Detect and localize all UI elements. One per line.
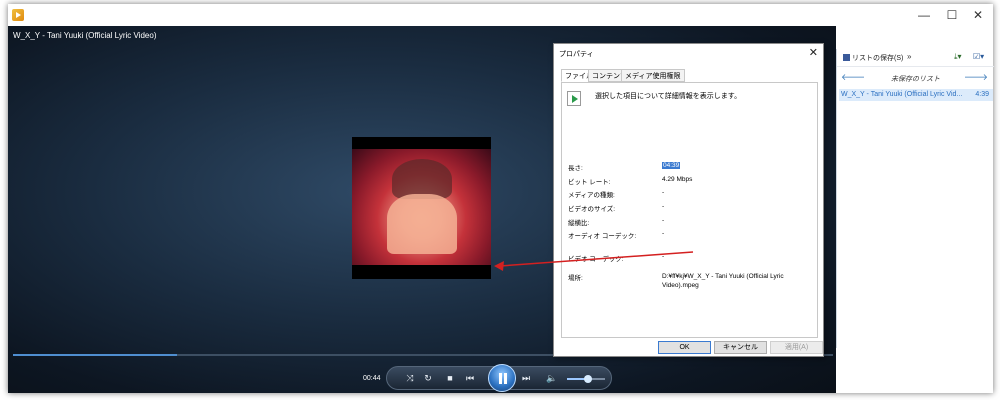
forward-arrow-icon[interactable]: 🡒	[964, 72, 988, 83]
volume-icon[interactable]: 🔈	[545, 371, 559, 385]
app-icon	[12, 9, 24, 21]
media-type-value: -	[662, 189, 665, 196]
cancel-button[interactable]: キャンセル	[714, 341, 767, 354]
playlist-item-duration: 4:39	[975, 91, 989, 98]
stop-icon[interactable]: ■	[443, 371, 457, 385]
maximize-button[interactable]: ☐	[938, 4, 966, 26]
location-value: D:¥ff¥kj¥W_X_Y - Tani Yuuki (Official Ly…	[662, 273, 784, 289]
now-playing-title: W_X_Y - Tani Yuuki (Official Lyric Video…	[13, 31, 157, 40]
playlist-nav: 🡐 未保存のリスト 🡒	[837, 72, 994, 86]
aspect-ratio-label: 縦横比:	[568, 220, 590, 227]
length-label: 長さ:	[568, 165, 583, 172]
title-bar: — ☐ ✕	[8, 4, 993, 26]
playlist-options-icon[interactable]: ⤓▾	[954, 52, 962, 62]
audio-codec-value: -	[662, 230, 665, 237]
ok-button[interactable]: OK	[658, 341, 711, 354]
tab-media-rights[interactable]: メディア使用権限	[621, 69, 685, 82]
volume-slider[interactable]	[567, 375, 605, 383]
pause-button[interactable]	[488, 364, 516, 392]
save-list-label: リストの保存(S)	[852, 55, 904, 62]
playlist-item[interactable]: W_X_Y - Tani Yuuki (Official Lyric Vid..…	[839, 89, 993, 101]
media-file-icon	[567, 91, 581, 106]
next-icon[interactable]: ⏭	[519, 371, 533, 385]
close-button[interactable]: ✕	[964, 4, 992, 26]
video-size-label: ビデオのサイズ:	[568, 206, 616, 213]
apply-button[interactable]: 適用(A)	[770, 341, 823, 354]
elapsed-time: 00:44	[363, 375, 381, 382]
playback-controls: ⤨ ↻ ■ ⏮ ⏭ 🔈	[386, 364, 612, 392]
save-disk-icon	[843, 54, 850, 61]
audio-codec-label: オーディオ コーデック:	[568, 233, 637, 240]
save-list-button[interactable]: リストの保存(S)	[843, 53, 903, 63]
dialog-body: 選択した項目について詳細情報を表示します。 長さ: 04:39 ビット レート:…	[561, 82, 818, 338]
video-image	[352, 149, 491, 265]
seek-bar-progress	[13, 354, 177, 356]
previous-icon[interactable]: ⏮	[463, 371, 477, 385]
list-view-icon[interactable]: ☑▾	[973, 52, 984, 61]
media-player-window: — ☐ ✕ W_X_Y - Tani Yuuki (Official Lyric…	[8, 4, 994, 393]
shuffle-icon[interactable]: ⤨	[403, 371, 417, 385]
fullscreen-icon[interactable]	[970, 369, 980, 379]
more-options-icon[interactable]: »	[907, 52, 911, 61]
volume-knob[interactable]	[583, 375, 592, 383]
properties-dialog: プロパティ ✕ ファイル コンテンツ メディア使用権限 選択した項目について詳細…	[553, 43, 824, 357]
playlist-panel: リストの保存(S) » ⤓▾ ☑▾ 🡐 未保存のリスト 🡒 W_X_Y - Ta…	[836, 49, 994, 348]
video-size-value: -	[662, 203, 665, 210]
location-label: 場所:	[568, 275, 583, 282]
video-codec-value: -	[662, 253, 665, 260]
length-value[interactable]: 04:39	[662, 162, 681, 169]
aspect-ratio-value: -	[662, 217, 665, 224]
dialog-description: 選択した項目について詳細情報を表示します。	[595, 93, 742, 100]
dialog-close-button[interactable]: ✕	[809, 46, 818, 59]
video-frame[interactable]	[352, 137, 491, 279]
bitrate-value: 4.29 Mbps	[662, 176, 693, 183]
media-type-label: メディアの種類:	[568, 192, 615, 199]
playlist-toolbar: リストの保存(S) » ⤓▾ ☑▾	[837, 49, 994, 67]
playlist-item-title: W_X_Y - Tani Yuuki (Official Lyric Vid..…	[841, 91, 963, 98]
repeat-icon[interactable]: ↻	[421, 371, 435, 385]
minimize-button[interactable]: —	[910, 4, 938, 26]
bitrate-label: ビット レート:	[568, 179, 611, 186]
dialog-title: プロパティ	[559, 51, 594, 58]
video-codec-label: ビデオ コーデック:	[568, 256, 624, 263]
